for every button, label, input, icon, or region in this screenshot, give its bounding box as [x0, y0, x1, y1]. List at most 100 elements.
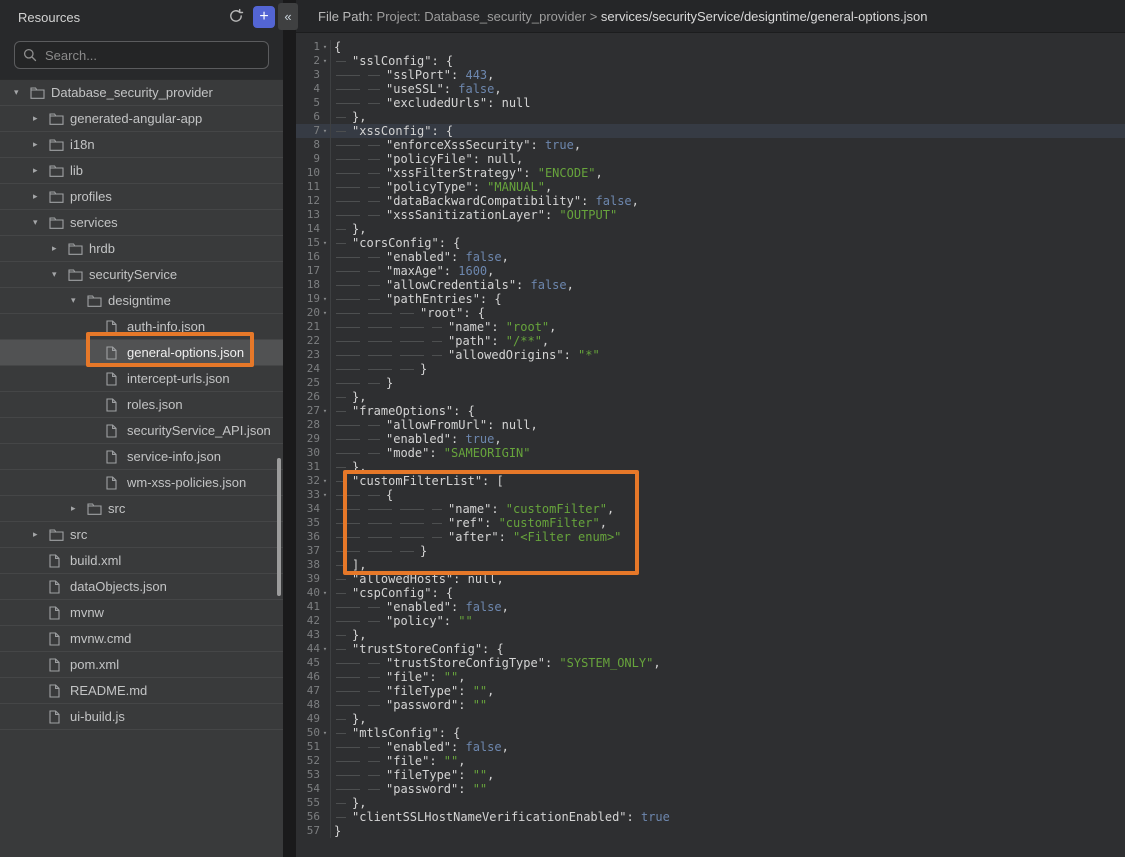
code-line[interactable]: 49}, [296, 712, 1125, 726]
code-line[interactable]: 39"allowedHosts": null, [296, 572, 1125, 586]
code-line[interactable]: 11"policyType": "MANUAL", [296, 180, 1125, 194]
code-line[interactable]: 44▾"trustStoreConfig": { [296, 642, 1125, 656]
tree-item-ui-build.js[interactable]: ui-build.js [0, 704, 283, 730]
code-line[interactable]: 23"allowedOrigins": "*" [296, 348, 1125, 362]
code-editor[interactable]: 1▾{2▾"sslConfig": {3"sslPort": 443,4"use… [296, 33, 1125, 857]
code-line[interactable]: 24} [296, 362, 1125, 376]
code-line[interactable]: 16"enabled": false, [296, 250, 1125, 264]
code-line[interactable]: 2▾"sslConfig": { [296, 54, 1125, 68]
code-line[interactable]: 29"enabled": true, [296, 432, 1125, 446]
tree-item-intercept-urls.json[interactable]: intercept-urls.json [0, 366, 283, 392]
chevron-right-icon[interactable]: ▸ [31, 114, 49, 123]
add-resource-button[interactable]: + [253, 6, 275, 28]
tree-item-hrdb[interactable]: ▸hrdb [0, 236, 283, 262]
code-line[interactable]: 27▾"frameOptions": { [296, 404, 1125, 418]
code-line[interactable]: 22"path": "/**", [296, 334, 1125, 348]
code-line[interactable]: 57} [296, 824, 1125, 838]
code-line[interactable]: 36"after": "<Filter enum>" [296, 530, 1125, 544]
code-line[interactable]: 18"allowCredentials": false, [296, 278, 1125, 292]
code-line[interactable]: 37} [296, 544, 1125, 558]
code-line[interactable]: 10"xssFilterStrategy": "ENCODE", [296, 166, 1125, 180]
tree-item-roles.json[interactable]: roles.json [0, 392, 283, 418]
code-line[interactable]: 32▾"customFilterList": [ [296, 474, 1125, 488]
code-line[interactable]: 35"ref": "customFilter", [296, 516, 1125, 530]
code-line[interactable]: 41"enabled": false, [296, 600, 1125, 614]
code-line[interactable]: 3"sslPort": 443, [296, 68, 1125, 82]
tree-item-generated-angular-app[interactable]: ▸generated-angular-app [0, 106, 283, 132]
tree-item-pom.xml[interactable]: pom.xml [0, 652, 283, 678]
code-line[interactable]: 45"trustStoreConfigType": "SYSTEM_ONLY", [296, 656, 1125, 670]
code-line[interactable]: 30"mode": "SAMEORIGIN" [296, 446, 1125, 460]
code-line[interactable]: 8"enforceXssSecurity": true, [296, 138, 1125, 152]
code-line[interactable]: 38], [296, 558, 1125, 572]
fold-toggle-icon[interactable]: ▾ [320, 306, 330, 320]
code-line[interactable]: 7▾"xssConfig": { [296, 124, 1125, 138]
code-line[interactable]: 15▾"corsConfig": { [296, 236, 1125, 250]
collapse-sidebar-button[interactable]: « [278, 3, 298, 30]
tree-item-service-info.json[interactable]: service-info.json [0, 444, 283, 470]
fold-toggle-icon[interactable]: ▾ [320, 726, 330, 740]
code-line[interactable]: 51"enabled": false, [296, 740, 1125, 754]
code-line[interactable]: 6}, [296, 110, 1125, 124]
search-input[interactable] [14, 41, 269, 69]
code-line[interactable]: 28"allowFromUrl": null, [296, 418, 1125, 432]
tree-item-general-options.json[interactable]: general-options.json [0, 340, 283, 366]
fold-toggle-icon[interactable]: ▾ [320, 404, 330, 418]
chevron-right-icon[interactable]: ▸ [31, 192, 49, 201]
tree-item-wm-xss-policies.json[interactable]: wm-xss-policies.json [0, 470, 283, 496]
code-line[interactable]: 9"policyFile": null, [296, 152, 1125, 166]
tree-item-readme.md[interactable]: README.md [0, 678, 283, 704]
code-line[interactable]: 21"name": "root", [296, 320, 1125, 334]
fold-toggle-icon[interactable]: ▾ [320, 488, 330, 502]
code-line[interactable]: 1▾{ [296, 40, 1125, 54]
tree-item-securityservice[interactable]: ▾securityService [0, 262, 283, 288]
code-line[interactable]: 20▾"root": { [296, 306, 1125, 320]
fold-toggle-icon[interactable]: ▾ [320, 586, 330, 600]
chevron-down-icon[interactable]: ▾ [12, 88, 30, 97]
tree-item-profiles[interactable]: ▸profiles [0, 184, 283, 210]
tree-item-securityservice-api.json[interactable]: securityService_API.json [0, 418, 283, 444]
code-line[interactable]: 25} [296, 376, 1125, 390]
code-line[interactable]: 17"maxAge": 1600, [296, 264, 1125, 278]
chevron-right-icon[interactable]: ▸ [50, 244, 68, 253]
tree-item-database-security-provider[interactable]: ▾Database_security_provider [0, 80, 283, 106]
sidebar-scrollbar-thumb[interactable] [277, 458, 281, 596]
code-line[interactable]: 50▾"mtlsConfig": { [296, 726, 1125, 740]
tree-item-mvnw.cmd[interactable]: mvnw.cmd [0, 626, 283, 652]
code-line[interactable]: 5"excludedUrls": null [296, 96, 1125, 110]
code-line[interactable]: 14}, [296, 222, 1125, 236]
chevron-right-icon[interactable]: ▸ [31, 530, 49, 539]
fold-toggle-icon[interactable]: ▾ [320, 54, 330, 68]
fold-toggle-icon[interactable]: ▾ [320, 124, 330, 138]
code-line[interactable]: 40▾"cspConfig": { [296, 586, 1125, 600]
chevron-down-icon[interactable]: ▾ [50, 270, 68, 279]
code-line[interactable]: 34"name": "customFilter", [296, 502, 1125, 516]
tree-item-auth-info.json[interactable]: auth-info.json [0, 314, 283, 340]
refresh-button[interactable] [225, 6, 247, 28]
tree-item-i18n[interactable]: ▸i18n [0, 132, 283, 158]
code-line[interactable]: 55}, [296, 796, 1125, 810]
chevron-right-icon[interactable]: ▸ [31, 140, 49, 149]
tree-item-lib[interactable]: ▸lib [0, 158, 283, 184]
code-line[interactable]: 19▾"pathEntries": { [296, 292, 1125, 306]
chevron-down-icon[interactable]: ▾ [31, 218, 49, 227]
code-line[interactable]: 52"file": "", [296, 754, 1125, 768]
fold-toggle-icon[interactable]: ▾ [320, 40, 330, 54]
tree-item-services[interactable]: ▾services [0, 210, 283, 236]
code-line[interactable]: 33▾{ [296, 488, 1125, 502]
tree-item-src[interactable]: ▸src [0, 496, 283, 522]
code-line[interactable]: 48"password": "" [296, 698, 1125, 712]
code-line[interactable]: 26}, [296, 390, 1125, 404]
fold-toggle-icon[interactable]: ▾ [320, 292, 330, 306]
code-line[interactable]: 47"fileType": "", [296, 684, 1125, 698]
code-line[interactable]: 46"file": "", [296, 670, 1125, 684]
code-line[interactable]: 53"fileType": "", [296, 768, 1125, 782]
code-line[interactable]: 43}, [296, 628, 1125, 642]
tree-item-src[interactable]: ▸src [0, 522, 283, 548]
chevron-right-icon[interactable]: ▸ [31, 166, 49, 175]
code-line[interactable]: 31}, [296, 460, 1125, 474]
tree-item-mvnw[interactable]: mvnw [0, 600, 283, 626]
code-line[interactable]: 4"useSSL": false, [296, 82, 1125, 96]
fold-toggle-icon[interactable]: ▾ [320, 642, 330, 656]
fold-toggle-icon[interactable]: ▾ [320, 236, 330, 250]
